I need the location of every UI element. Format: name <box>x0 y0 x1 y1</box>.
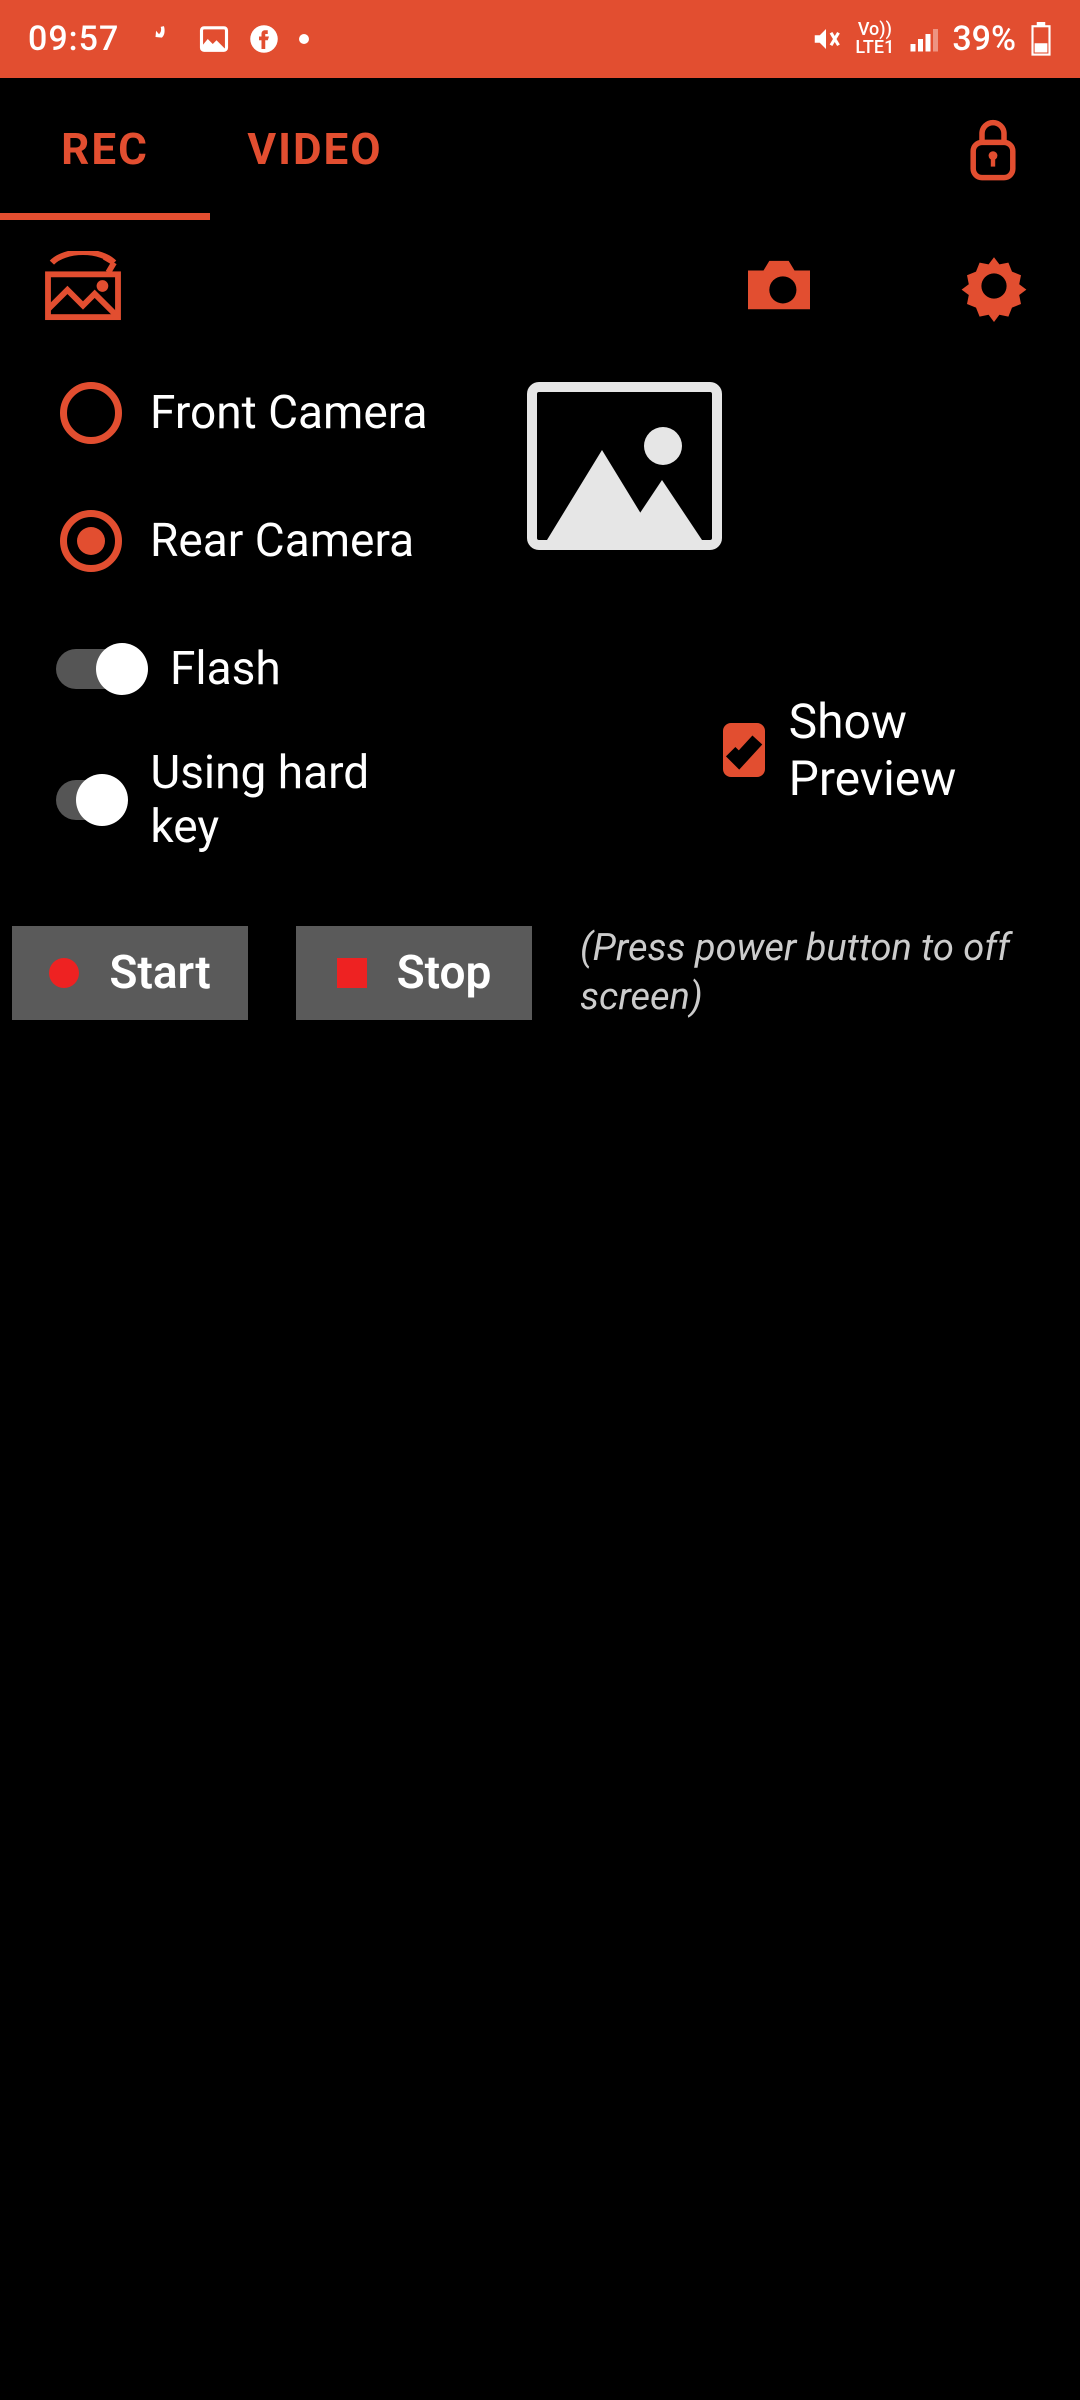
radio-checked-icon <box>60 510 122 572</box>
start-button[interactable]: Start <box>12 926 248 1020</box>
phone-missed-icon <box>149 24 179 54</box>
action-button-row: Start Stop (Press power button to off sc… <box>0 884 1080 1023</box>
radio-rear-camera[interactable]: Rear Camera <box>60 510 427 572</box>
volte-indicator: Vo)) LTE1 <box>855 21 894 57</box>
button-label: Stop <box>397 946 492 1000</box>
toggle-hardkey[interactable]: Using hard key <box>56 746 383 854</box>
camera-icon[interactable] <box>740 255 818 317</box>
toggle-label: Using hard key <box>150 746 382 854</box>
stop-button[interactable]: Stop <box>296 926 532 1020</box>
tabs-row: REC VIDEO <box>0 78 1080 220</box>
toggle-section: Flash Using hard key Show Preview <box>0 592 1080 884</box>
camera-select-section: Front Camera Rear Camera <box>0 352 1080 592</box>
battery-icon <box>1030 22 1052 56</box>
checkbox-label: Show Preview <box>789 693 1020 807</box>
lock-icon[interactable] <box>966 116 1020 182</box>
status-left: 09:57 <box>28 19 309 59</box>
stop-square-icon <box>337 958 367 988</box>
hint-text: (Press power button to off screen) <box>580 924 1080 1023</box>
radio-label: Rear Camera <box>150 514 414 568</box>
signal-icon <box>908 24 938 54</box>
status-right: Vo)) LTE1 39% <box>811 19 1052 59</box>
gear-icon[interactable] <box>958 250 1030 322</box>
tab-rec[interactable]: REC <box>0 78 210 220</box>
preview-thumbnail[interactable] <box>527 382 722 550</box>
status-bar: 09:57 Vo)) LTE1 39% <box>0 0 1080 78</box>
switch-off-icon <box>56 649 144 689</box>
radio-label: Front Camera <box>150 386 427 440</box>
toolbar-row <box>0 220 1080 352</box>
tab-video[interactable]: VIDEO <box>210 78 420 220</box>
toggle-flash[interactable]: Flash <box>56 642 383 696</box>
toggle-label: Flash <box>170 642 281 696</box>
dot-icon <box>299 34 309 44</box>
mute-icon <box>811 24 841 54</box>
gallery-switch-icon[interactable] <box>44 251 122 321</box>
record-dot-icon <box>49 958 79 988</box>
radio-front-camera[interactable]: Front Camera <box>60 382 427 444</box>
radio-unchecked-icon <box>60 382 122 444</box>
checkbox-show-preview[interactable]: Show Preview <box>723 642 1020 854</box>
battery-percent: 39% <box>952 19 1016 59</box>
switch-off-icon <box>56 780 124 820</box>
image-icon <box>199 24 229 54</box>
button-label: Start <box>109 946 210 1000</box>
checkbox-checked-icon <box>723 723 765 777</box>
facebook-icon <box>249 24 279 54</box>
status-clock: 09:57 <box>28 19 119 59</box>
